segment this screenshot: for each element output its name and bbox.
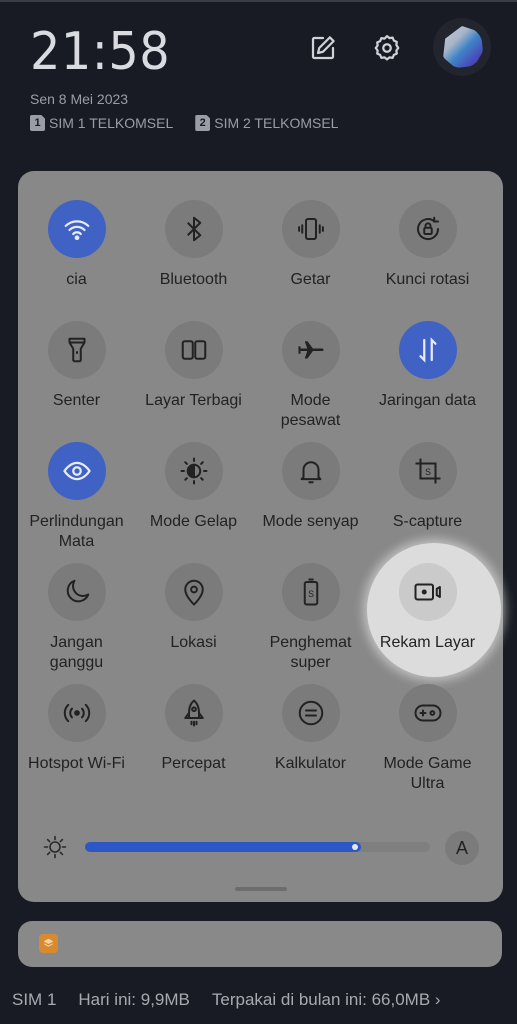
tile-label: Mode senyap bbox=[262, 513, 359, 530]
date[interactable]: Sen 8 Mei 2023 bbox=[30, 91, 128, 107]
panel-drag-handle[interactable] bbox=[235, 887, 287, 891]
tile-label: Layar Terbagi bbox=[145, 392, 242, 409]
tile-mobile-data[interactable]: Jaringan data bbox=[369, 321, 486, 411]
bluetooth-icon[interactable] bbox=[164, 200, 223, 258]
tile-hotspot[interactable]: Hotspot Wi-Fi bbox=[18, 684, 135, 774]
sim-1: 1 SIM 1 TELKOMSEL bbox=[30, 115, 173, 131]
tile-label: Jaringan data bbox=[379, 392, 476, 409]
tile-wifi[interactable]: cia bbox=[18, 200, 135, 290]
tile-label: Penghemat super bbox=[269, 634, 352, 671]
chevron-right-icon[interactable]: › bbox=[435, 990, 441, 1009]
tile-bluetooth[interactable]: Bluetooth bbox=[135, 200, 252, 290]
tile-airplane[interactable]: Mode pesawat bbox=[252, 321, 369, 431]
bell-icon[interactable] bbox=[281, 442, 340, 500]
footer-today-usage: Hari ini: 9,9MB bbox=[78, 990, 190, 1009]
tile-label: Perlindungan Mata bbox=[29, 513, 124, 550]
auto-brightness-button[interactable]: A bbox=[445, 831, 479, 865]
sim-2-label: SIM 2 TELKOMSEL bbox=[214, 115, 339, 131]
tile-label: Getar bbox=[290, 271, 331, 288]
dark-mode-icon[interactable] bbox=[164, 442, 223, 500]
tile-calculator[interactable]: Kalkulator bbox=[252, 684, 369, 774]
footer-sim: SIM 1 bbox=[12, 990, 57, 1009]
top-border bbox=[0, 0, 517, 2]
brightness-slider-fill bbox=[85, 842, 361, 852]
svg-text:S: S bbox=[425, 467, 431, 477]
tile-dark-mode[interactable]: Mode Gelap bbox=[135, 442, 252, 532]
brightness-slider-thumb[interactable] bbox=[352, 844, 358, 850]
tile-label: Mode Game Ultra bbox=[383, 755, 472, 792]
tile-flashlight[interactable]: Senter bbox=[18, 321, 135, 411]
tile-battery-saver[interactable]: S Penghemat super bbox=[252, 563, 369, 673]
sim-2-badge-icon: 2 bbox=[195, 115, 211, 131]
tile-rotation-lock[interactable]: Kunci rotasi bbox=[369, 200, 486, 290]
location-icon[interactable] bbox=[164, 563, 223, 621]
sim-info: 1 SIM 1 TELKOMSEL 2 SIM 2 TELKOMSEL bbox=[30, 115, 338, 131]
wifi-icon[interactable] bbox=[47, 200, 106, 258]
brightness-icon bbox=[43, 835, 67, 859]
edit-icon[interactable] bbox=[308, 33, 338, 63]
clock[interactable]: 21:58 bbox=[30, 22, 170, 82]
tile-gamepad[interactable]: Mode Game Ultra bbox=[369, 684, 486, 794]
sim-2: 2 SIM 2 TELKOMSEL bbox=[195, 115, 338, 131]
screen-record-icon[interactable] bbox=[398, 563, 457, 621]
sim-1-label: SIM 1 TELKOMSEL bbox=[49, 115, 174, 131]
notification-card[interactable] bbox=[18, 921, 502, 967]
rocket-icon[interactable] bbox=[164, 684, 223, 742]
screenshot-crop-icon[interactable]: S bbox=[398, 442, 457, 500]
calculator-icon[interactable] bbox=[281, 684, 340, 742]
tile-bell[interactable]: Mode senyap bbox=[252, 442, 369, 532]
tile-label: cia bbox=[66, 271, 87, 288]
tile-label: Kunci rotasi bbox=[385, 271, 470, 288]
tile-split-screen[interactable]: Layar Terbagi bbox=[135, 321, 252, 411]
tile-vibrate[interactable]: Getar bbox=[252, 200, 369, 290]
account-avatar[interactable] bbox=[433, 18, 491, 76]
tile-label: S-capture bbox=[392, 513, 463, 530]
battery-saver-icon[interactable]: S bbox=[281, 563, 340, 621]
split-screen-icon[interactable] bbox=[164, 321, 223, 379]
brightness-slider[interactable] bbox=[85, 842, 430, 852]
rotation-lock-icon[interactable] bbox=[398, 200, 457, 258]
eye-icon[interactable] bbox=[47, 442, 106, 500]
tile-label: Lokasi bbox=[170, 634, 217, 651]
data-usage-footer[interactable]: SIM 1 Hari ini: 9,9MB Terpakai di bulan … bbox=[12, 990, 441, 1010]
gamepad-icon[interactable] bbox=[398, 684, 457, 742]
tile-moon[interactable]: Jangan ganggu bbox=[18, 563, 135, 673]
footer-month-usage: Terpakai di bulan ini: 66,0MB › bbox=[212, 990, 441, 1010]
tile-label: Mode Gelap bbox=[149, 513, 238, 530]
tile-label: Senter bbox=[52, 392, 101, 409]
tile-label: Bluetooth bbox=[159, 271, 228, 288]
tile-label: Kalkulator bbox=[274, 755, 347, 772]
moon-icon[interactable] bbox=[47, 563, 106, 621]
tile-eye[interactable]: Perlindungan Mata bbox=[18, 442, 135, 552]
settings-icon[interactable] bbox=[372, 33, 402, 63]
airplane-icon[interactable] bbox=[281, 321, 340, 379]
vibrate-icon[interactable] bbox=[281, 200, 340, 258]
tile-label: Hotspot Wi-Fi bbox=[28, 755, 125, 772]
mobile-data-icon[interactable] bbox=[398, 321, 457, 379]
tile-label: Jangan ganggu bbox=[49, 634, 104, 671]
tile-rocket[interactable]: Percepat bbox=[135, 684, 252, 774]
hotspot-icon[interactable] bbox=[47, 684, 106, 742]
tile-label: Mode pesawat bbox=[280, 392, 341, 429]
tile-screenshot-crop[interactable]: S S-capture bbox=[369, 442, 486, 532]
tile-label: Percepat bbox=[161, 755, 226, 772]
tile-screen-record[interactable]: Rekam Layar bbox=[369, 563, 486, 653]
svg-text:S: S bbox=[308, 589, 314, 599]
footer-month-text: Terpakai di bulan ini: 66,0MB bbox=[211, 990, 431, 1009]
layers-app-icon bbox=[39, 934, 58, 953]
tile-location[interactable]: Lokasi bbox=[135, 563, 252, 653]
tile-label: Rekam Layar bbox=[379, 634, 476, 651]
flashlight-icon[interactable] bbox=[47, 321, 106, 379]
avatar bbox=[443, 26, 483, 68]
sim-1-badge-icon: 1 bbox=[30, 115, 45, 131]
